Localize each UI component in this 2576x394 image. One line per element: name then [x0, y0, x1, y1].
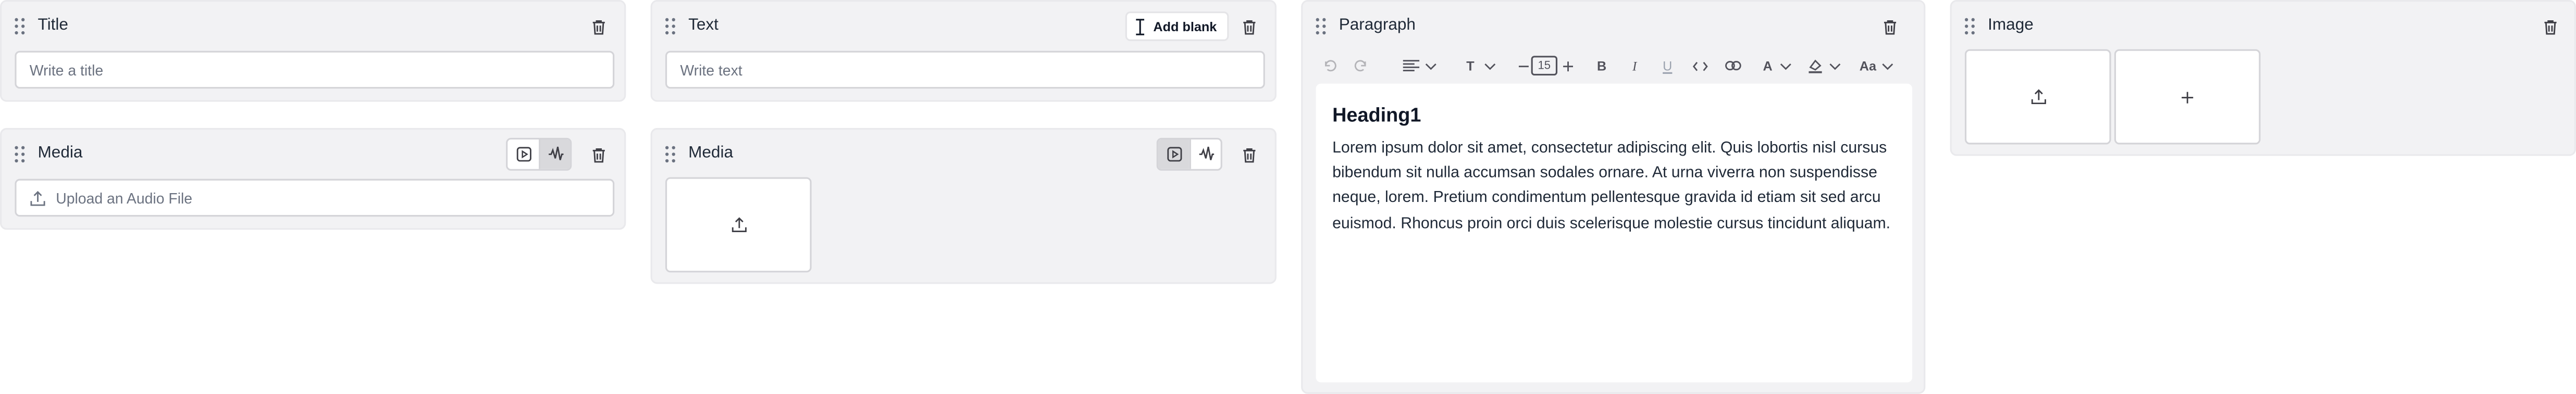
media-type-toggle: [506, 137, 572, 171]
title-card: Title Write a title: [0, 0, 626, 102]
add-image-button[interactable]: [2114, 49, 2261, 145]
delete-icon[interactable]: [1237, 143, 1260, 166]
card-title: Paragraph: [1339, 16, 1416, 35]
drag-handle-icon[interactable]: [1316, 18, 1326, 35]
bold-icon[interactable]: B: [1590, 54, 1613, 77]
card-title: Media: [688, 144, 734, 163]
link-icon[interactable]: [1722, 54, 1744, 77]
chevron-down-icon[interactable]: [1482, 54, 1498, 77]
drag-handle-icon[interactable]: [665, 18, 675, 35]
editor-heading: Heading1: [1332, 103, 1421, 126]
media-card-video: Media: [650, 128, 1277, 284]
paragraph-card: Paragraph T 15 B I U A Aa Heading1 Lorem…: [1301, 0, 1926, 394]
plus-icon: [2182, 91, 2194, 103]
image-card: Image: [1950, 0, 2576, 156]
font-size-input[interactable]: 15: [1531, 56, 1558, 76]
card-title: Image: [1988, 16, 2034, 35]
highlight-icon[interactable]: [1804, 54, 1827, 77]
text-card: Text Add blank Write text: [650, 0, 1277, 102]
delete-icon[interactable]: [2538, 15, 2561, 37]
editor-paragraph: Lorem ipsum dolor sit amet, consectetur …: [1332, 139, 1891, 233]
text-input-placeholder: Write text: [680, 61, 742, 78]
redo-icon[interactable]: [1347, 54, 1373, 77]
align-icon[interactable]: [1400, 54, 1422, 77]
delete-icon[interactable]: [587, 15, 610, 37]
formatting-toolbar: T 15 B I U A Aa: [1316, 51, 1911, 81]
chevron-down-icon[interactable]: [1827, 54, 1843, 77]
increase-font-size-icon[interactable]: [1557, 54, 1577, 77]
text-cursor-icon: [1136, 18, 1145, 35]
text-case-icon[interactable]: Aa: [1856, 54, 1879, 77]
undo-icon[interactable]: [1316, 54, 1342, 77]
code-icon[interactable]: [1689, 54, 1712, 77]
chevron-down-icon[interactable]: [1879, 54, 1896, 77]
card-title: Text: [688, 16, 719, 35]
chevron-down-icon[interactable]: [1422, 54, 1439, 77]
upload-audio-label: Upload an Audio File: [56, 189, 193, 206]
card-title: Title: [38, 16, 68, 35]
rich-text-editor[interactable]: Heading1 Lorem ipsum dolor sit amet, con…: [1316, 83, 1913, 383]
add-blank-label: Add blank: [1153, 19, 1217, 34]
add-blank-button[interactable]: Add blank: [1125, 11, 1229, 41]
title-input[interactable]: Write a title: [15, 50, 615, 89]
video-upload-box[interactable]: [665, 177, 812, 273]
decrease-font-size-icon[interactable]: [1515, 54, 1531, 77]
drag-handle-icon[interactable]: [15, 18, 25, 35]
upload-icon: [2030, 89, 2046, 105]
drag-handle-icon[interactable]: [665, 146, 675, 163]
upload-icon: [731, 217, 746, 232]
media-card-audio: Media Upload an Audio File: [0, 128, 626, 230]
delete-icon[interactable]: [1878, 15, 1901, 37]
card-title: Media: [38, 144, 83, 163]
title-input-placeholder: Write a title: [29, 61, 104, 78]
delete-icon[interactable]: [1237, 15, 1260, 37]
italic-icon[interactable]: I: [1623, 54, 1646, 77]
audio-waveform-icon[interactable]: [1189, 139, 1221, 169]
audio-waveform-icon[interactable]: [539, 139, 571, 169]
delete-icon[interactable]: [587, 143, 610, 166]
chevron-down-icon[interactable]: [1778, 54, 1794, 77]
drag-handle-icon[interactable]: [1964, 18, 1975, 35]
video-icon[interactable]: [507, 139, 539, 169]
text-input[interactable]: Write text: [665, 50, 1265, 89]
upload-icon: [30, 190, 45, 205]
drag-handle-icon[interactable]: [15, 146, 25, 163]
font-type-icon[interactable]: T: [1459, 54, 1482, 77]
text-color-icon[interactable]: A: [1758, 54, 1778, 77]
upload-audio-button[interactable]: Upload an Audio File: [15, 179, 615, 217]
underline-icon[interactable]: U: [1656, 54, 1679, 77]
media-type-toggle: [1156, 137, 1222, 171]
image-upload-box[interactable]: [1964, 49, 2111, 145]
video-icon[interactable]: [1158, 139, 1190, 169]
